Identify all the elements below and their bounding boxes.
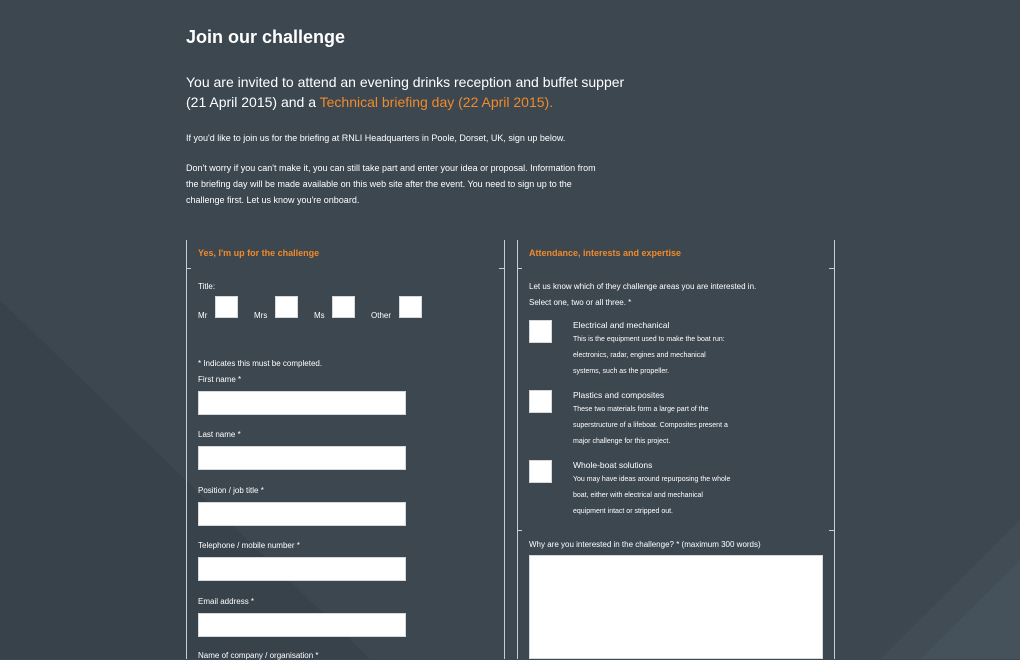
area-electrical-desc-2: electronics, radar, engines and mechanic… xyxy=(573,352,706,359)
title-option-ms-label: Ms xyxy=(314,311,325,320)
left-section-heading: Yes, I'm up for the challenge xyxy=(198,248,320,258)
last-name-field[interactable] xyxy=(198,446,406,470)
info-line-2: the briefing day will be made available … xyxy=(186,179,572,189)
left-section-border-left xyxy=(186,240,187,659)
email-field[interactable] xyxy=(198,613,406,637)
intro-line-2-text: (21 April 2015) and a xyxy=(186,94,320,110)
info-line-1: Don't worry if you can't make it, you ca… xyxy=(186,163,596,173)
area-whole-boat-desc: You may have ideas around repurposing th… xyxy=(573,472,730,520)
why-interested-label: Why are you interested in the challenge?… xyxy=(529,540,761,549)
info-paragraph: Don't worry if you can't make it, you ca… xyxy=(186,160,656,208)
area-plastics-title: Plastics and composites xyxy=(573,390,665,400)
right-mid-divider-r xyxy=(829,530,834,531)
title-option-mrs-checkbox[interactable] xyxy=(275,296,298,318)
right-mid-divider-l xyxy=(517,530,522,531)
title-option-mr-checkbox[interactable] xyxy=(215,296,238,318)
title-option-other-checkbox[interactable] xyxy=(399,296,422,318)
areas-intro-1: Let us know which of they challenge area… xyxy=(529,282,757,291)
email-label: Email address * xyxy=(198,597,255,606)
title-label: Title: xyxy=(198,282,216,291)
last-name-label: Last name * xyxy=(198,430,241,439)
right-section-heading: Attendance, interests and expertise xyxy=(529,248,682,258)
position-field[interactable] xyxy=(198,502,406,526)
area-whole-boat-desc-3: equipment intact or stripped out. xyxy=(573,508,674,515)
left-header-divider-l xyxy=(186,268,191,269)
intro-line-1: You are invited to attend an evening dri… xyxy=(186,74,625,90)
area-electrical-title: Electrical and mechanical xyxy=(573,320,670,330)
intro-text: You are invited to attend an evening dri… xyxy=(186,72,646,112)
info-line-3: challenge first. Let us know you're onbo… xyxy=(186,195,360,205)
position-label: Position / job title * xyxy=(198,486,264,495)
required-note: * Indicates this must be completed. xyxy=(198,359,323,368)
right-section-border-left xyxy=(517,240,518,659)
title-option-other-label: Other xyxy=(371,311,392,320)
first-name-field[interactable] xyxy=(198,391,406,415)
telephone-label: Telephone / mobile number * xyxy=(198,541,300,550)
page: Join our challenge You are invited to at… xyxy=(0,0,1020,660)
signup-paragraph: If you'd like to join us for the briefin… xyxy=(186,133,566,143)
right-header-divider-l xyxy=(517,268,522,269)
first-name-label: First name * xyxy=(198,375,242,384)
title-option-mr-label: Mr xyxy=(198,311,208,320)
area-electrical-desc: This is the equipment used to make the b… xyxy=(573,332,725,380)
area-plastics-checkbox[interactable] xyxy=(529,390,552,413)
title-option-ms-checkbox[interactable] xyxy=(332,296,355,318)
page-title: Join our challenge xyxy=(186,27,346,47)
area-whole-boat-checkbox[interactable] xyxy=(529,460,552,483)
telephone-field[interactable] xyxy=(198,557,406,581)
area-plastics-desc-2: superstructure of a lifeboat. Composites… xyxy=(573,422,728,429)
area-electrical-checkbox[interactable] xyxy=(529,320,552,343)
why-interested-textarea[interactable] xyxy=(529,555,823,659)
area-electrical-desc-3: systems, such as the propeller. xyxy=(573,368,670,375)
area-whole-boat-desc-1: You may have ideas around repurposing th… xyxy=(573,476,731,483)
area-whole-boat-desc-2: boat, either with electrical and mechani… xyxy=(573,492,703,499)
intro-line-2: (21 April 2015) and a Technical briefing… xyxy=(186,92,646,112)
areas-intro-2: Select one, two or all three. * xyxy=(529,298,632,307)
area-plastics-desc-1: These two materials form a large part of… xyxy=(573,406,709,413)
left-header-divider-r xyxy=(499,268,504,269)
title-option-mrs-label: Mrs xyxy=(254,311,268,320)
area-plastics-desc: These two materials form a large part of… xyxy=(573,402,728,450)
technical-briefing-link[interactable]: Technical briefing day (22 April 2015). xyxy=(320,94,553,110)
right-header-divider-r xyxy=(829,268,834,269)
right-section-border-right xyxy=(834,240,835,659)
area-whole-boat-title: Whole-boat solutions xyxy=(573,460,653,470)
left-section-border-right xyxy=(504,240,505,659)
area-electrical-desc-1: This is the equipment used to make the b… xyxy=(573,336,725,343)
area-plastics-desc-3: major challenge for this project. xyxy=(573,438,671,445)
